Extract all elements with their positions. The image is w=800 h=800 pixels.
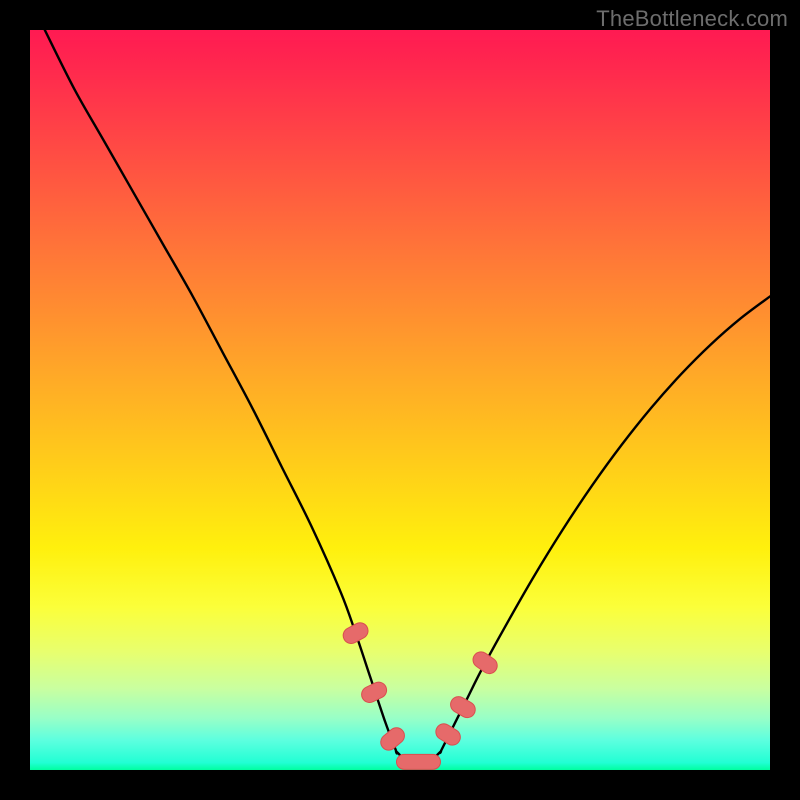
data-marker-right-branch: [470, 649, 500, 677]
curve-layer: [30, 30, 770, 770]
plot-area: [30, 30, 770, 770]
data-marker-left-branch: [359, 679, 389, 705]
data-marker-right-branch: [448, 694, 479, 721]
data-marker-valley-floor: [397, 754, 441, 769]
data-marker-left-branch: [340, 620, 370, 646]
bottleneck-curve: [45, 30, 770, 762]
data-marker-right-branch: [433, 721, 464, 748]
watermark-label: TheBottleneck.com: [596, 6, 788, 32]
chart-frame: TheBottleneck.com: [0, 0, 800, 800]
data-marker-left-branch: [377, 724, 407, 753]
